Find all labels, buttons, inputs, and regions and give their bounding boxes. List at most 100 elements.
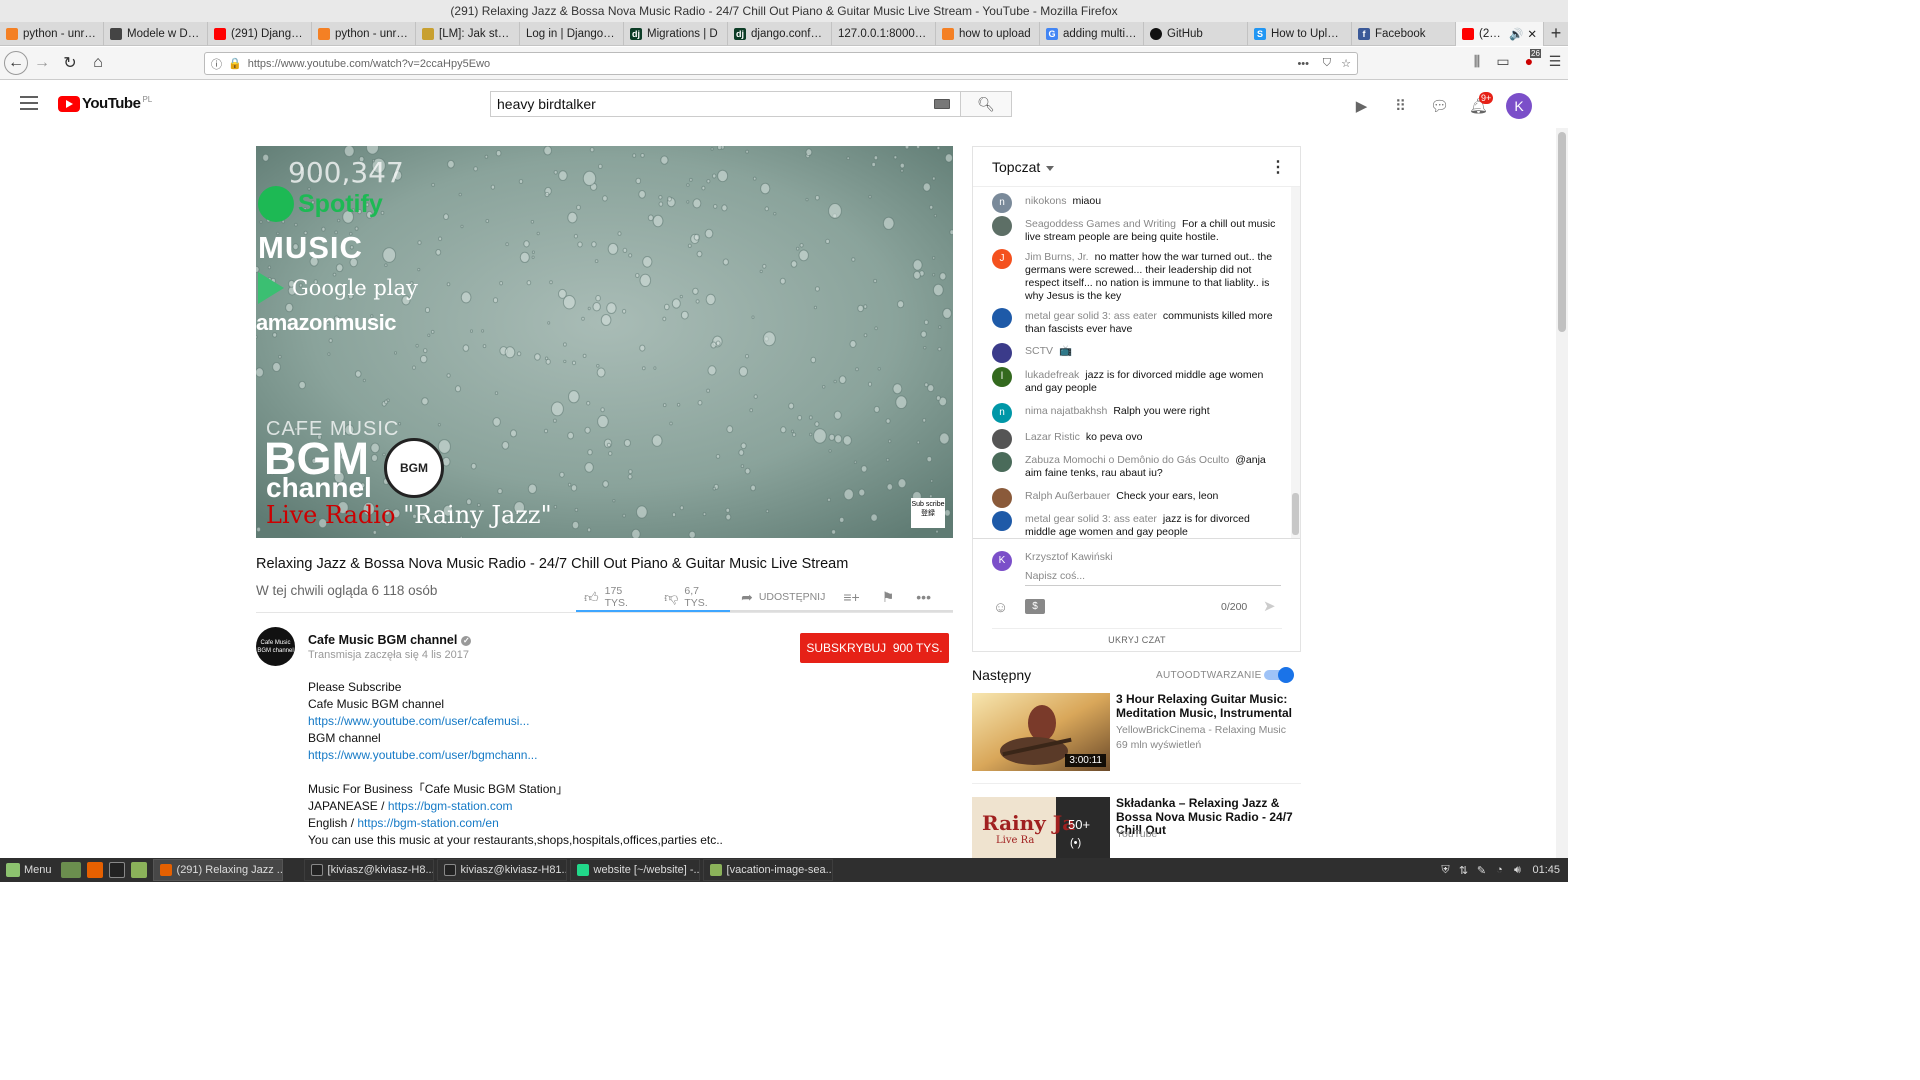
volume-icon[interactable]: 🔊︎: [1508, 864, 1526, 877]
chat-author[interactable]: SCTV: [1025, 345, 1053, 357]
pocket-icon[interactable]: ⛉: [1323, 57, 1331, 70]
url-bar[interactable]: ⓘ 🔒 https://www.youtube.com/watch?v=2cca…: [204, 52, 1358, 75]
chat-avatar[interactable]: [992, 511, 1012, 531]
user-avatar[interactable]: K: [1506, 93, 1532, 119]
share-button[interactable]: ➦ UDOSTĘPNIJ: [741, 589, 825, 606]
close-tab-icon[interactable]: ✕: [1527, 27, 1537, 41]
chat-author[interactable]: metal gear solid 3: ass eater: [1025, 513, 1157, 525]
bookmark-star-icon[interactable]: ☆: [1341, 57, 1351, 70]
menu-icon[interactable]: ☰: [1542, 53, 1568, 70]
chat-avatar[interactable]: l: [992, 367, 1012, 387]
browser-tab-active[interactable]: (291) Re🔊 ✕: [1456, 22, 1544, 46]
super-chat-icon[interactable]: $: [1025, 599, 1045, 614]
chat-author[interactable]: Lazar Ristic: [1025, 431, 1080, 443]
chat-avatar[interactable]: [992, 216, 1012, 236]
browser-tab[interactable]: dj Migrations | D: [624, 22, 728, 46]
browser-tab[interactable]: f Facebook: [1352, 22, 1456, 46]
terminal-launcher-icon[interactable]: [108, 862, 125, 878]
browser-tab[interactable]: Gadding multiple: [1040, 22, 1144, 46]
back-icon[interactable]: ←: [4, 51, 28, 75]
taskbar-window[interactable]: [kiviasz@kiviasz-H8...: [303, 859, 434, 881]
dislike-button[interactable]: 👎︎ 6,7 TYS.: [664, 585, 723, 609]
files-launcher-icon[interactable]: [130, 862, 147, 878]
url-text[interactable]: https://www.youtube.com/watch?v=2ccaHpy5…: [248, 58, 490, 70]
chat-avatar[interactable]: n: [992, 403, 1012, 423]
channel-avatar[interactable]: Cafe Music BGM channel: [256, 627, 295, 666]
chat-avatar[interactable]: n: [992, 193, 1012, 213]
chat-author[interactable]: nikokons: [1025, 195, 1066, 207]
page-scrollbar[interactable]: [1556, 128, 1568, 858]
upload-video-icon[interactable]: ▶︎: [1342, 97, 1381, 115]
add-to-playlist-icon[interactable]: ≡+: [843, 589, 859, 605]
keyboard-icon[interactable]: [934, 99, 950, 109]
guide-menu-icon[interactable]: [20, 96, 38, 110]
chat-avatar[interactable]: J: [992, 249, 1012, 269]
send-icon[interactable]: ➤: [1263, 597, 1276, 615]
autoplay-toggle[interactable]: [1264, 667, 1294, 683]
browser-tab[interactable]: python - unresolv: [312, 22, 416, 46]
sidebar-icon[interactable]: ▭: [1490, 53, 1516, 70]
chat-author[interactable]: Ralph Außerbauer: [1025, 490, 1110, 502]
description-link[interactable]: https://www.youtube.com/user/bgmchann...: [308, 748, 537, 762]
messages-icon[interactable]: 💬︎: [1420, 97, 1459, 115]
browser-tab[interactable]: GitHub: [1144, 22, 1248, 46]
chat-author[interactable]: Zabuza Momochi o Demônio do Gás Oculto: [1025, 454, 1229, 466]
hide-chat-button[interactable]: UKRYJ CZAT: [992, 628, 1282, 645]
rec-channel[interactable]: YouTube: [1116, 828, 1296, 840]
browser-tab[interactable]: [LM]: Jak stwor: [416, 22, 520, 46]
apps-grid-icon[interactable]: ⠿: [1381, 97, 1420, 115]
show-desktop-icon[interactable]: [60, 862, 81, 878]
reload-icon[interactable]: ↻: [56, 53, 84, 73]
browser-tab[interactable]: dj django.conf.url: [728, 22, 832, 46]
chat-author[interactable]: lukadefreak: [1025, 369, 1079, 381]
channel-name[interactable]: Cafe Music BGM channel ✓: [308, 633, 472, 647]
chat-author[interactable]: Jim Burns, Jr.: [1025, 251, 1089, 263]
firefox-launcher-icon[interactable]: [86, 862, 103, 878]
report-flag-icon[interactable]: ⚑: [882, 589, 895, 606]
rec-channel[interactable]: YellowBrickCinema - Relaxing Music: [1116, 724, 1296, 736]
subscribe-button[interactable]: SUBSKRYBUJ 900 TYS.: [800, 633, 949, 663]
chat-mode-dropdown[interactable]: Topczat: [992, 159, 1054, 175]
chat-more-icon[interactable]: ⋮: [1270, 157, 1286, 177]
clock[interactable]: 01:45: [1532, 864, 1560, 876]
taskbar-window[interactable]: kiviasz@kiviasz-H81...: [436, 859, 567, 881]
browser-tab[interactable]: Modele w Djang: [104, 22, 208, 46]
video-thumbnail[interactable]: 3:00:11: [972, 693, 1110, 771]
browser-tab[interactable]: 127.0.0.1:8000/mu: [832, 22, 936, 46]
emoji-icon[interactable]: ☺: [993, 599, 1008, 616]
taskbar-window[interactable]: website [~/website] -...: [569, 859, 700, 881]
chat-author[interactable]: Seagoddess Games and Writing: [1025, 218, 1176, 230]
subscribe-watermark[interactable]: Sub scribe 登録: [911, 498, 945, 528]
taskbar-window[interactable]: [vacation-image-sea...: [702, 859, 833, 881]
chat-author[interactable]: nima najatbakhsh: [1025, 405, 1107, 417]
description-link[interactable]: https://bgm-station.com/en: [357, 816, 498, 830]
search-button[interactable]: 🔍︎: [960, 91, 1012, 117]
chat-scrollbar[interactable]: [1291, 187, 1300, 538]
taskbar-window[interactable]: (291) Relaxing Jazz ...: [152, 859, 283, 881]
chat-input[interactable]: Napisz coś...: [1025, 570, 1281, 586]
youtube-logo[interactable]: YouTube PL: [58, 95, 152, 112]
chat-avatar[interactable]: [992, 452, 1012, 472]
browser-tab[interactable]: how to upload: [936, 22, 1040, 46]
pen-icon[interactable]: ✎: [1472, 864, 1490, 877]
video-player[interactable]: 900,347 Spotify MUSIC Google play amazon…: [256, 146, 953, 538]
search-input[interactable]: heavy birdtalker: [490, 91, 960, 117]
chat-author[interactable]: metal gear solid 3: ass eater: [1025, 310, 1157, 322]
network-icon[interactable]: ⇅: [1454, 864, 1472, 877]
browser-tab[interactable]: (291) Django T: [208, 22, 312, 46]
wifi-icon[interactable]: ◔: [1490, 864, 1508, 876]
forward-icon[interactable]: →: [28, 54, 56, 72]
start-menu-button[interactable]: Menu: [0, 863, 58, 877]
page-actions-icon[interactable]: •••: [1297, 58, 1309, 70]
more-actions-icon[interactable]: •••: [916, 589, 931, 605]
info-icon[interactable]: ⓘ: [211, 56, 222, 72]
home-icon[interactable]: ⌂: [84, 54, 112, 72]
new-tab-button[interactable]: +: [1544, 22, 1568, 45]
speaker-icon[interactable]: 🔊: [1509, 27, 1523, 41]
chat-avatar[interactable]: [992, 429, 1012, 449]
shield-icon[interactable]: ⛨: [1436, 864, 1454, 877]
description-link[interactable]: https://bgm-station.com: [388, 799, 513, 813]
description-link[interactable]: https://www.youtube.com/user/cafemusi...: [308, 714, 529, 728]
browser-tab[interactable]: Log in | Django site: [520, 22, 624, 46]
recommended-video[interactable]: 3:00:11 3 Hour Relaxing Guitar Music: Me…: [972, 692, 1302, 773]
